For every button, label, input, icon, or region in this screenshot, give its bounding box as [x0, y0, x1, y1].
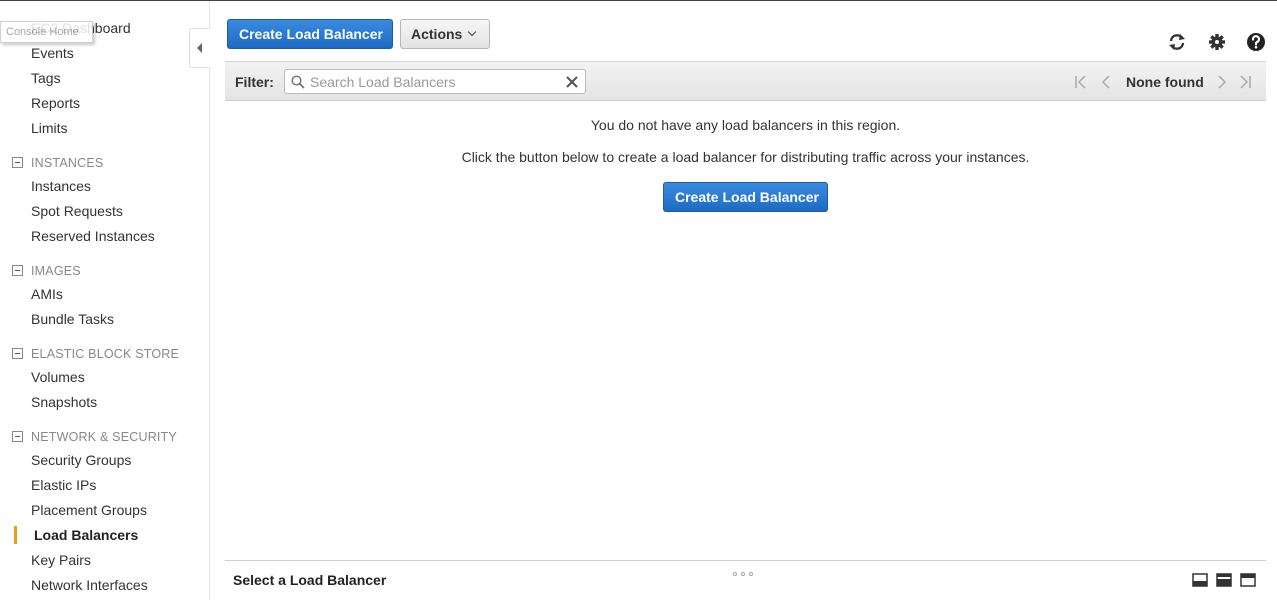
- collapse-sidebar-button[interactable]: [189, 28, 210, 68]
- resize-grip-icon[interactable]: [733, 563, 759, 576]
- sidebar-item-amis[interactable]: AMIs: [31, 286, 63, 302]
- search-box[interactable]: [284, 69, 586, 94]
- section-header-instances[interactable]: INSTANCES: [12, 156, 103, 170]
- empty-state-hint: Click the button below to create a load …: [461, 149, 1030, 165]
- actions-label: Actions: [411, 26, 463, 42]
- create-load-balancer-center-button[interactable]: Create Load Balancer: [663, 182, 828, 212]
- layout-bottom-panel-icon[interactable]: [1192, 573, 1208, 587]
- sidebar-item-limits[interactable]: Limits: [31, 120, 68, 136]
- sidebar-item-tags[interactable]: Tags: [31, 70, 61, 86]
- next-page-icon[interactable]: [1215, 74, 1229, 90]
- search-input[interactable]: [310, 72, 560, 91]
- console-home-tooltip: Console Home: [0, 21, 93, 43]
- section-heading-label: NETWORK & SECURITY: [31, 430, 177, 444]
- section-heading-label: IMAGES: [31, 264, 81, 278]
- panel-splitter[interactable]: [225, 560, 1266, 561]
- sidebar-item-reports[interactable]: Reports: [31, 95, 80, 111]
- filter-label: Filter:: [235, 74, 274, 90]
- section-heading-label: ELASTIC BLOCK STORE: [31, 347, 180, 361]
- layout-split-panel-icon[interactable]: [1216, 573, 1232, 587]
- collapse-minus-icon[interactable]: [12, 265, 23, 276]
- sidebar-item-placement-groups[interactable]: Placement Groups: [31, 502, 147, 518]
- section-header-network-security[interactable]: NETWORK & SECURITY: [12, 430, 177, 444]
- chevron-down-icon: [467, 27, 477, 37]
- sidebar-item-events[interactable]: Events: [31, 45, 74, 61]
- sidebar-item-network-interfaces[interactable]: Network Interfaces: [31, 577, 148, 593]
- gear-icon[interactable]: [1207, 32, 1227, 52]
- create-load-balancer-button[interactable]: Create Load Balancer: [227, 19, 393, 49]
- section-heading-label: INSTANCES: [31, 156, 104, 170]
- sidebar-item-volumes[interactable]: Volumes: [31, 369, 85, 385]
- sidebar-item-instances[interactable]: Instances: [31, 178, 91, 194]
- first-page-icon[interactable]: [1074, 74, 1088, 90]
- sidebar-item-reserved-instances[interactable]: Reserved Instances: [31, 228, 155, 244]
- layout-top-panel-icon[interactable]: [1240, 573, 1256, 587]
- search-icon: [291, 75, 305, 89]
- sidebar: Console Home EC2 Dashboard Events Tags R…: [0, 1, 210, 600]
- sidebar-item-bundle-tasks[interactable]: Bundle Tasks: [31, 311, 114, 327]
- collapse-minus-icon[interactable]: [12, 348, 23, 359]
- section-header-elastic-block-store[interactable]: ELASTIC BLOCK STORE: [12, 347, 179, 361]
- collapse-minus-icon[interactable]: [12, 157, 23, 168]
- sidebar-item-spot-requests[interactable]: Spot Requests: [31, 203, 123, 219]
- active-item-indicator: [14, 526, 17, 544]
- sidebar-item-key-pairs[interactable]: Key Pairs: [31, 552, 91, 568]
- section-header-images[interactable]: IMAGES: [12, 264, 81, 278]
- sidebar-item-security-groups[interactable]: Security Groups: [31, 452, 131, 468]
- last-page-icon[interactable]: [1238, 74, 1252, 90]
- refresh-icon[interactable]: [1167, 32, 1187, 52]
- collapse-minus-icon[interactable]: [12, 431, 23, 442]
- empty-state-message: You do not have any load balancers in th…: [590, 117, 901, 133]
- pager-status: None found: [1126, 74, 1204, 90]
- sidebar-item-snapshots[interactable]: Snapshots: [31, 394, 97, 410]
- prev-page-icon[interactable]: [1099, 74, 1113, 90]
- clear-icon[interactable]: [565, 75, 579, 89]
- details-panel-title: Select a Load Balancer: [233, 572, 387, 588]
- actions-dropdown-button[interactable]: Actions: [400, 19, 490, 49]
- filter-bar: Filter: None found: [225, 61, 1266, 101]
- help-icon[interactable]: [1246, 32, 1266, 52]
- sidebar-item-elastic-ips[interactable]: Elastic IPs: [31, 477, 96, 493]
- sidebar-item-load-balancers[interactable]: Load Balancers: [34, 527, 138, 543]
